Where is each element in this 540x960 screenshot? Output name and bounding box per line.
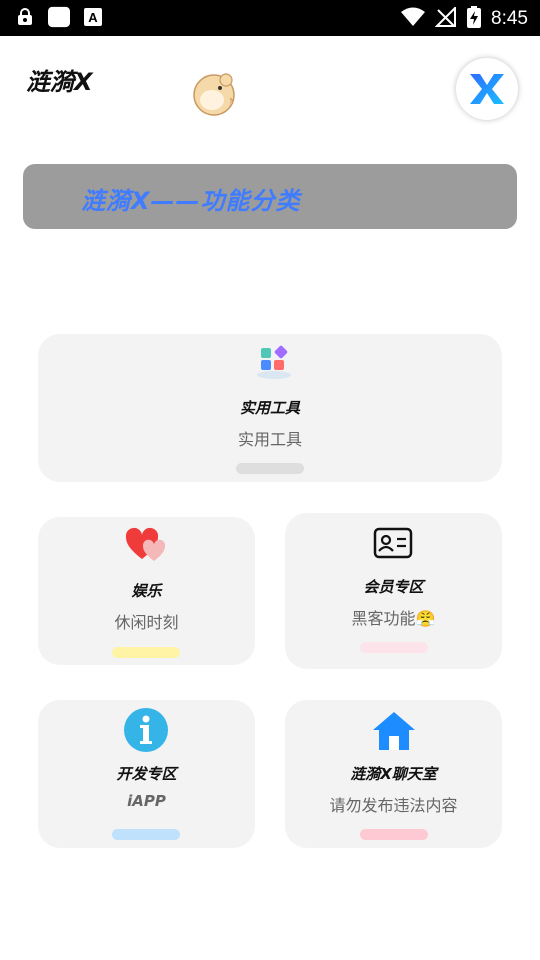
lock-icon [14,6,36,28]
status-bar: A 8:45 [0,0,540,36]
font-a-icon: A [82,6,104,28]
app-blocks-icon [254,342,294,382]
member-card[interactable]: 会员专区 黑客功能😤 [285,513,502,669]
tools-card[interactable]: 实用工具 实用工具 [38,334,502,482]
banner-title: 涟漪X——功能分类 [81,187,301,215]
home-icon [371,710,417,752]
member-card-indicator [360,642,428,653]
chat-card-subtitle: 请勿发布违法内容 [329,796,458,815]
battery-charging-icon [467,6,482,32]
chat-card-indicator [360,829,428,840]
developer-card-subtitle: iAPP [127,792,166,810]
developer-card[interactable]: 开发专区 iAPP [38,700,255,848]
status-time: 8:45 [491,8,528,29]
hamster-mascot-icon [190,68,238,118]
id-card-icon [373,527,413,559]
entertainment-card-subtitle: 休闲时刻 [114,613,179,632]
chat-card[interactable]: 涟漪X聊天室 请勿发布违法内容 [285,700,502,848]
tools-card-subtitle: 实用工具 [237,430,302,449]
info-icon [124,708,168,752]
tools-card-indicator [236,463,304,474]
hearts-icon [124,527,168,565]
app-title: 涟漪X [26,68,93,96]
chat-card-title: 涟漪X聊天室 [350,765,437,783]
entertainment-card-indicator [112,647,180,658]
category-banner: 涟漪X——功能分类 [23,164,517,229]
member-card-subtitle: 黑客功能😤 [351,609,436,628]
no-signal-icon [434,5,457,31]
svg-text:A: A [88,10,98,25]
app-square-icon [48,6,70,28]
entertainment-card[interactable]: 娱乐 休闲时刻 [38,517,255,665]
developer-card-indicator [112,829,180,840]
x-logo-icon[interactable] [456,58,518,120]
member-card-title: 会员专区 [363,578,424,596]
developer-card-title: 开发专区 [116,765,177,783]
wifi-icon [401,7,426,31]
entertainment-card-title: 娱乐 [131,582,162,600]
tools-card-title: 实用工具 [239,399,300,417]
